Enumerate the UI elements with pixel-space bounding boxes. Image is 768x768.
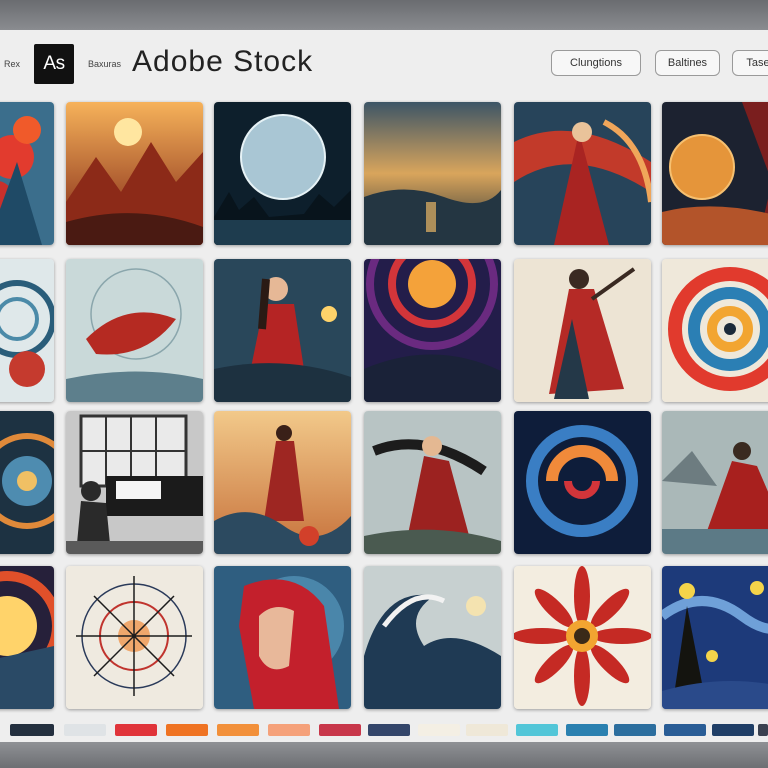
image-tile-colorful-swirl[interactable] [662, 259, 768, 402]
monitor-bezel-top [0, 0, 768, 30]
image-tile-fiery-mountains[interactable] [66, 102, 203, 245]
palette-swatch-6[interactable] [268, 724, 310, 736]
image-tile-red-sunflower[interactable] [514, 566, 651, 709]
palette-swatch-16[interactable] [758, 724, 768, 736]
image-tile-woman-red-dress-orb[interactable] [214, 259, 351, 402]
image-tile-starry-night[interactable] [662, 566, 768, 709]
palette-swatch-2[interactable] [64, 724, 106, 736]
monitor-bezel-bottom [0, 742, 768, 768]
palette-swatch-15[interactable] [712, 724, 754, 736]
palette-swatch-12[interactable] [566, 724, 608, 736]
image-tile-cosmic-vortex[interactable] [364, 259, 501, 402]
header-small-label-mid: Baxuras [88, 59, 122, 69]
image-tile-planet-sunset[interactable] [662, 102, 768, 245]
brand-title: Adobe Stock [132, 45, 314, 78]
header-button-1[interactable]: Clungtions [551, 50, 641, 76]
image-tile-great-wave[interactable] [364, 566, 501, 709]
palette-swatch-13[interactable] [614, 724, 656, 736]
image-tile-compass-mandala[interactable] [66, 566, 203, 709]
header-small-label-left: Rex [4, 59, 21, 69]
palette-swatch-8[interactable] [368, 724, 410, 736]
palette-swatch-3[interactable] [115, 724, 157, 736]
image-tile-golden-sea[interactable] [364, 102, 501, 245]
image-tile-man-at-piano[interactable] [66, 411, 203, 554]
image-tile-windblown-woman[interactable] [364, 411, 501, 554]
image-tile-woman-red-cloak[interactable] [514, 102, 651, 245]
palette-swatch-9[interactable] [418, 724, 460, 736]
image-tile-clockwork[interactable] [0, 411, 54, 554]
palette-swatch-5[interactable] [217, 724, 259, 736]
image-tile-figure-on-shore[interactable] [662, 411, 768, 554]
image-tile-red-flowers[interactable] [0, 102, 54, 245]
image-tile-sun-burst[interactable] [0, 566, 54, 709]
header-button-3[interactable]: Tase [732, 50, 768, 76]
palette-swatch-10[interactable] [466, 724, 508, 736]
palette-swatch-7[interactable] [319, 724, 361, 736]
app-header: Rex As Baxuras Adobe Stock Clungtions Ba… [0, 30, 768, 98]
palette-swatch-4[interactable] [166, 724, 208, 736]
image-tile-blue-orange-spiral[interactable] [514, 411, 651, 554]
palette-swatch-11[interactable] [516, 724, 558, 736]
image-tile-dancing-woman[interactable] [514, 259, 651, 402]
header-button-2[interactable]: Baltines [655, 50, 720, 76]
image-tile-figure-in-storm[interactable] [214, 411, 351, 554]
palette-swatch-14[interactable] [664, 724, 706, 736]
image-tile-moon-over-water[interactable] [214, 102, 351, 245]
image-tile-blue-dial[interactable] [0, 259, 54, 402]
image-tile-red-haired-woman[interactable] [214, 566, 351, 709]
palette-swatch-1[interactable] [10, 724, 54, 736]
app-logo-icon[interactable]: As [34, 44, 74, 84]
app-window: Rex As Baxuras Adobe Stock Clungtions Ba… [0, 30, 768, 742]
image-tile-red-creature-clock[interactable] [66, 259, 203, 402]
